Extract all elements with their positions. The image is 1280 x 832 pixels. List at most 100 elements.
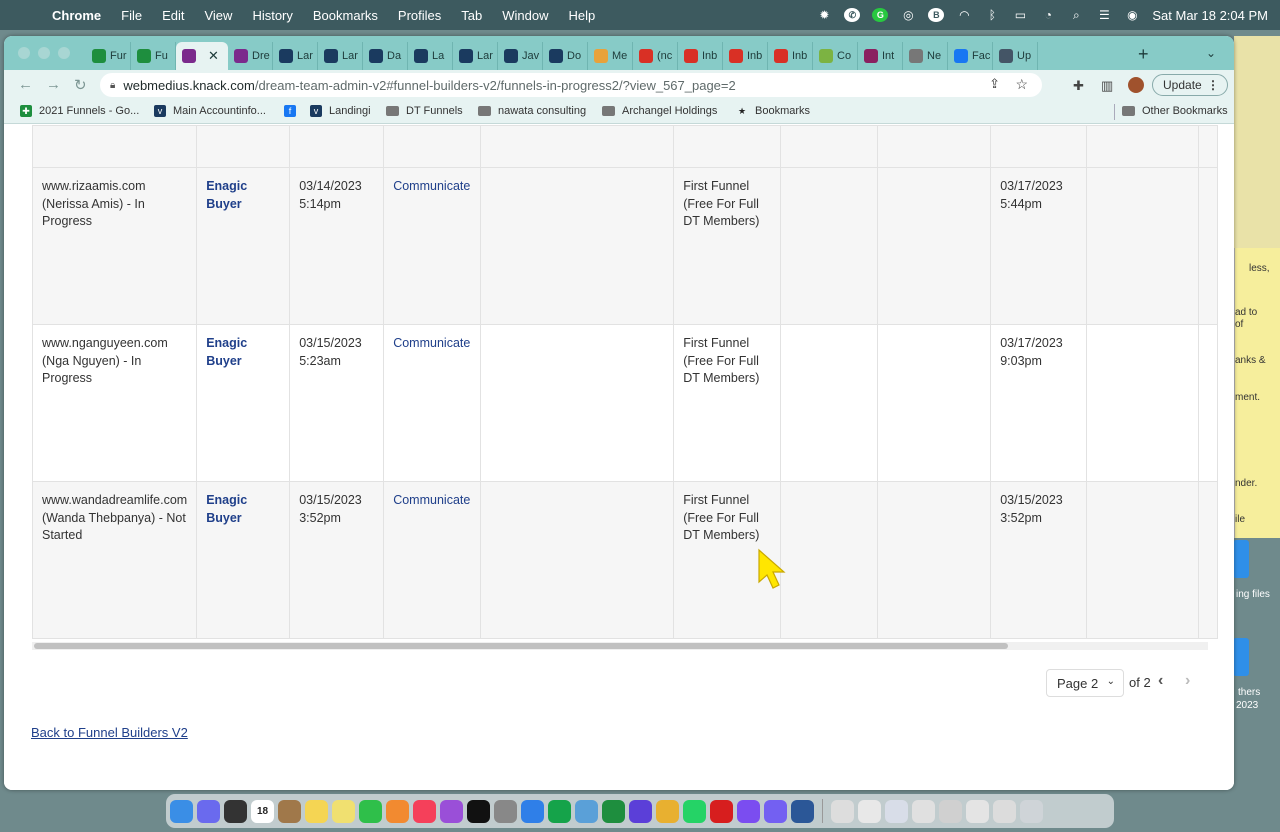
dock-calendar-icon[interactable]: 18 bbox=[251, 799, 274, 823]
menu-view[interactable]: View bbox=[204, 8, 232, 23]
bitcoin-icon[interactable]: B bbox=[928, 8, 945, 22]
communicate-link[interactable]: Communicate bbox=[393, 336, 470, 350]
menu-app-name[interactable]: Chrome bbox=[52, 8, 101, 23]
dock-music-icon[interactable] bbox=[413, 799, 436, 823]
extensions-puzzle-icon[interactable]: ✚ bbox=[1073, 78, 1084, 94]
browser-tab[interactable]: Da bbox=[363, 42, 408, 70]
dock-whatsapp-icon[interactable] bbox=[683, 799, 706, 823]
tab-search-chevron-icon[interactable]: ⌄ bbox=[1206, 46, 1216, 60]
browser-tab[interactable]: La bbox=[408, 42, 453, 70]
new-tab-button[interactable]: + bbox=[1138, 44, 1149, 65]
close-tab-icon[interactable]: ✕ bbox=[208, 48, 219, 64]
update-button[interactable]: Update ⋮ bbox=[1152, 74, 1228, 96]
reload-icon[interactable]: ↻ bbox=[74, 76, 87, 94]
bookmark-star-icon[interactable]: ☆ bbox=[1015, 76, 1028, 93]
bookmark-item[interactable]: v Landingi bbox=[310, 105, 371, 117]
dock-window-3-icon[interactable] bbox=[885, 799, 908, 823]
browser-tab[interactable]: Lar bbox=[453, 42, 498, 70]
siri-icon[interactable]: ◉ bbox=[1124, 8, 1140, 22]
bookmark-item[interactable]: Other Bookmarks bbox=[1122, 105, 1228, 117]
browser-tab[interactable]: (nc bbox=[633, 42, 678, 70]
browser-tab[interactable]: Inb bbox=[768, 42, 813, 70]
browser-tab[interactable]: ✕ bbox=[176, 42, 228, 70]
buyer-type-link[interactable]: Enagic Buyer bbox=[206, 493, 247, 525]
menu-help[interactable]: Help bbox=[569, 8, 596, 23]
headphones-icon[interactable]: ◠ bbox=[956, 8, 972, 22]
browser-tab[interactable]: Int bbox=[858, 42, 903, 70]
minimize-window-icon[interactable] bbox=[38, 47, 50, 59]
bluetooth-icon[interactable]: ᛒ bbox=[984, 8, 1000, 22]
scrollbar-thumb[interactable] bbox=[34, 643, 1008, 649]
more-menu-icon[interactable]: ⋮ bbox=[1207, 78, 1219, 92]
browser-tab[interactable]: Inb bbox=[723, 42, 768, 70]
buyer-type-link[interactable]: Enagic Buyer bbox=[206, 179, 247, 211]
browser-tab[interactable]: Lar bbox=[318, 42, 363, 70]
brightness-icon[interactable]: ✹ bbox=[816, 8, 832, 22]
browser-tab[interactable]: Dre bbox=[228, 42, 273, 70]
desktop-folder-icon[interactable] bbox=[1233, 638, 1249, 676]
desktop-folder-label[interactable]: thers bbox=[1238, 687, 1260, 698]
menu-history[interactable]: History bbox=[252, 8, 292, 23]
browser-tab[interactable]: Fur bbox=[86, 42, 131, 70]
back-arrow-icon[interactable]: ← bbox=[18, 76, 33, 93]
browser-tab[interactable]: Fac bbox=[948, 42, 993, 70]
side-panel-icon[interactable]: ▥ bbox=[1101, 78, 1113, 94]
dock-imovie-icon[interactable] bbox=[629, 799, 652, 823]
dock-acrobat-icon[interactable] bbox=[710, 799, 733, 823]
viber-status-icon[interactable]: ✆ bbox=[844, 8, 861, 22]
browser-tab[interactable]: Co bbox=[813, 42, 858, 70]
menu-file[interactable]: File bbox=[121, 8, 142, 23]
close-window-icon[interactable] bbox=[18, 47, 30, 59]
desktop-folder-icon[interactable] bbox=[1233, 540, 1249, 578]
dock-tv-icon[interactable] bbox=[467, 799, 490, 823]
address-bar[interactable]: 🔒︎ webmedius.knack.com /dream-team-admin… bbox=[100, 73, 1042, 97]
dock-launchpad-icon[interactable] bbox=[197, 799, 220, 823]
dock-notes-icon[interactable] bbox=[305, 799, 328, 823]
dock-facetime-icon[interactable] bbox=[359, 799, 382, 823]
dock-window-7-icon[interactable] bbox=[993, 799, 1016, 823]
dock-settings-icon[interactable] bbox=[494, 799, 517, 823]
dock-preview-icon[interactable] bbox=[575, 799, 598, 823]
zoom-window-icon[interactable] bbox=[58, 47, 70, 59]
communicate-link[interactable]: Communicate bbox=[393, 179, 470, 193]
bookmark-item[interactable]: ✚ 2021 Funnels - Go... bbox=[20, 105, 139, 117]
bookmark-item[interactable]: nawata consulting bbox=[478, 105, 586, 117]
menubar-clock[interactable]: Sat Mar 18 2:04 PM bbox=[1152, 8, 1268, 23]
browser-tab[interactable]: Inb bbox=[678, 42, 723, 70]
spotlight-search-icon[interactable]: ⌕ bbox=[1068, 8, 1084, 22]
bookmark-item[interactable]: Archangel Holdings bbox=[602, 105, 717, 117]
wifi-icon[interactable]: ◔ bbox=[1040, 8, 1056, 22]
browser-tab[interactable]: Fu bbox=[131, 42, 176, 70]
horizontal-scrollbar[interactable] bbox=[32, 642, 1208, 650]
bookmark-item[interactable]: ★ Bookmarks bbox=[736, 105, 810, 117]
browser-tab[interactable]: Up bbox=[993, 42, 1038, 70]
dock-window-5-icon[interactable] bbox=[939, 799, 962, 823]
dock-mission-control-icon[interactable] bbox=[224, 799, 247, 823]
dock-sheets-icon[interactable] bbox=[602, 799, 625, 823]
dock-chrome-icon[interactable] bbox=[656, 799, 679, 823]
browser-tab[interactable]: Me bbox=[588, 42, 633, 70]
page-select-dropdown[interactable]: Page 2 ⌄ bbox=[1046, 669, 1124, 697]
grammarly-status-icon[interactable]: G bbox=[872, 8, 889, 22]
back-to-funnel-builders-link[interactable]: Back to Funnel Builders V2 bbox=[31, 725, 188, 740]
dock-photos-icon[interactable] bbox=[386, 799, 409, 823]
bookmark-item[interactable]: DT Funnels bbox=[386, 105, 463, 117]
menu-bookmarks[interactable]: Bookmarks bbox=[313, 8, 378, 23]
previous-page-icon[interactable]: ‹ bbox=[1158, 672, 1163, 690]
bookmark-item[interactable]: f bbox=[284, 105, 303, 117]
dock-viber-icon[interactable] bbox=[764, 799, 787, 823]
dock-grammarly-icon[interactable] bbox=[548, 799, 571, 823]
desktop-folder-label[interactable]: 2023 bbox=[1236, 700, 1258, 711]
battery-icon[interactable]: ▭ bbox=[1012, 8, 1028, 22]
dock-podcasts-icon[interactable] bbox=[440, 799, 463, 823]
dock-stickies-icon[interactable] bbox=[332, 799, 355, 823]
profile-avatar[interactable] bbox=[1128, 77, 1144, 93]
dock-window-4-icon[interactable] bbox=[912, 799, 935, 823]
control-center-icon[interactable]: ☰ bbox=[1096, 8, 1112, 22]
dock-window-2-icon[interactable] bbox=[858, 799, 881, 823]
forward-arrow-icon[interactable]: → bbox=[46, 76, 61, 93]
dock-window-1-icon[interactable] bbox=[831, 799, 854, 823]
communicate-link[interactable]: Communicate bbox=[393, 493, 470, 507]
menu-profiles[interactable]: Profiles bbox=[398, 8, 441, 23]
dock-finder-icon[interactable] bbox=[170, 799, 193, 823]
